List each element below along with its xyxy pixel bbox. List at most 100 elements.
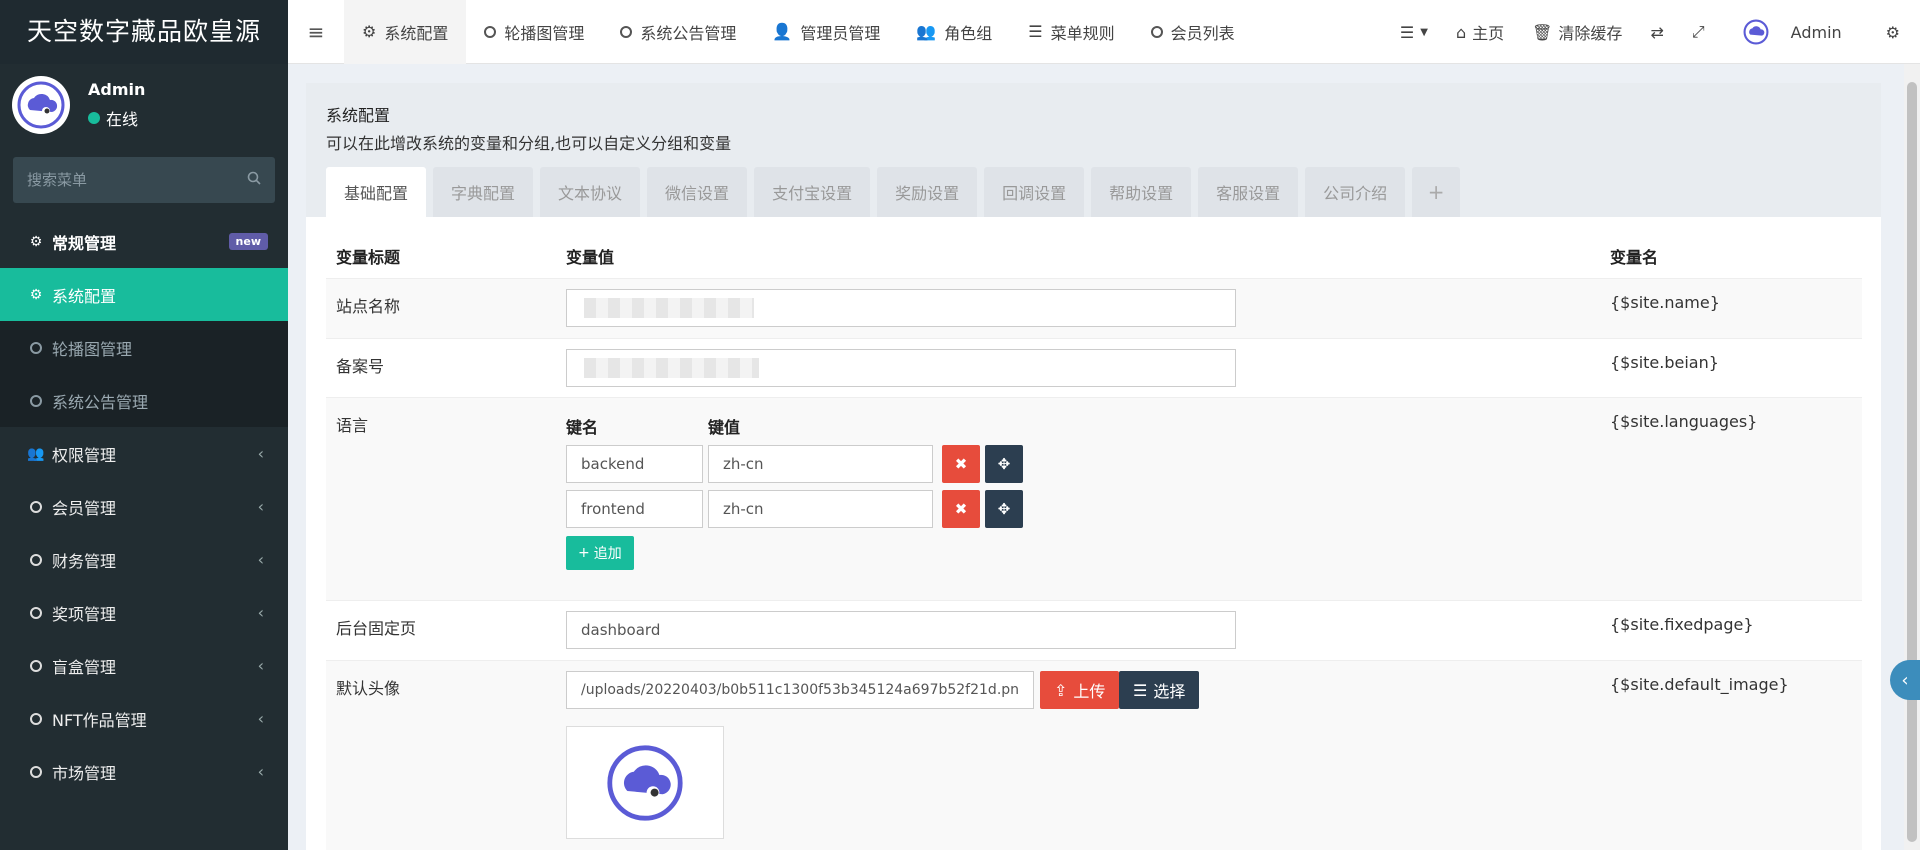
- sidebar-item-carousel[interactable]: 轮播图管理: [0, 321, 288, 374]
- language-key-input[interactable]: [566, 490, 703, 528]
- sidebar-item-announcements[interactable]: 系统公告管理: [0, 374, 288, 427]
- brand-logo-text[interactable]: 天空数字藏品欧皇源: [0, 0, 288, 64]
- language-icon[interactable]: ⇄: [1636, 0, 1677, 64]
- list-icon: ☰: [1133, 680, 1148, 700]
- cloud-logo-icon: [17, 81, 65, 129]
- add-group-icon[interactable]: +: [1412, 167, 1461, 217]
- tab-carousel[interactable]: 轮播图管理: [466, 0, 602, 64]
- config-tabs: 基础配置 字典配置 文本协议 微信设置 支付宝设置 奖励设置 回调设置 帮助设置…: [326, 167, 1461, 217]
- tab-label: 系统公告管理: [640, 23, 737, 43]
- sidebar-item-market[interactable]: 市场管理 ‹: [0, 745, 288, 798]
- circle-icon: [26, 553, 46, 566]
- sidebar-item-label: 权限管理: [52, 445, 117, 465]
- language-key-input[interactable]: [566, 445, 703, 483]
- fullscreen-icon[interactable]: ⤢: [1678, 0, 1719, 64]
- tab-label: 系统配置: [384, 23, 449, 43]
- avatar: [12, 76, 70, 134]
- page-scrollbar[interactable]: [1904, 64, 1920, 850]
- default-image-input[interactable]: [566, 671, 1034, 709]
- tab-company-intro[interactable]: 公司介绍: [1305, 167, 1406, 217]
- caret-down-icon: ▼: [1420, 26, 1428, 38]
- circle-icon: [26, 659, 46, 672]
- sidebar-item-label: 系统公告管理: [52, 392, 149, 412]
- circle-icon: [26, 500, 46, 513]
- sidebar-item-general[interactable]: ⚙ 常规管理 new: [0, 215, 288, 268]
- tab-roles[interactable]: 👥 角色组: [898, 0, 1010, 64]
- sidebar-item-label: 轮播图管理: [52, 339, 133, 359]
- select-button[interactable]: ☰ 选择: [1119, 671, 1200, 709]
- fixedpage-input[interactable]: [566, 611, 1236, 649]
- admin-menu[interactable]: Admin: [1719, 0, 1856, 64]
- settings-gear-icon[interactable]: ⚙: [1856, 0, 1920, 64]
- sidebar-item-blindbox[interactable]: 盲盒管理 ‹: [0, 639, 288, 692]
- language-value-input[interactable]: [708, 490, 933, 528]
- sidebar-menu: ⚙ 常规管理 new ⚙ 系统配置 轮播图管理 系统公告管理 👥 权限管理 ‹ …: [0, 215, 288, 798]
- home-link[interactable]: ⌂ 主页: [1442, 0, 1518, 64]
- tab-text-agreement[interactable]: 文本协议: [540, 167, 641, 217]
- image-preview[interactable]: [566, 726, 724, 839]
- circle-icon: [26, 765, 46, 778]
- sidebar-item-label: 市场管理: [52, 763, 117, 783]
- chevron-left-icon: ‹: [257, 444, 264, 463]
- circle-icon: [26, 712, 46, 725]
- row-var-name: {$site.default_image}: [1610, 675, 1789, 694]
- tab-admins[interactable]: 👤 管理员管理: [754, 0, 898, 64]
- drag-handle-icon[interactable]: ✥: [985, 490, 1023, 528]
- sidebar-item-awards[interactable]: 奖项管理 ‹: [0, 586, 288, 639]
- sidebar-item-system-config[interactable]: ⚙ 系统配置: [0, 268, 288, 321]
- clear-cache-button[interactable]: 🗑 清除缓存: [1518, 0, 1636, 64]
- scrollbar-thumb[interactable]: [1907, 82, 1917, 842]
- home-icon: ⌂: [1455, 22, 1467, 42]
- tab-alipay[interactable]: 支付宝设置: [754, 167, 871, 217]
- menu-search-input[interactable]: [27, 171, 247, 189]
- language-value-input[interactable]: [708, 445, 933, 483]
- tab-help[interactable]: 帮助设置: [1091, 167, 1192, 217]
- tab-members[interactable]: 会员列表: [1133, 0, 1253, 64]
- row-label: 后台固定页: [336, 619, 417, 638]
- trash-icon: 🗑: [1532, 22, 1553, 42]
- control-sidebar-toggle-icon[interactable]: ‹: [1890, 660, 1920, 700]
- table-row: 备案号 {$site.beian}: [326, 339, 1862, 398]
- sidebar-item-label: 系统配置: [52, 286, 117, 306]
- list-icon: ☰: [1399, 22, 1415, 42]
- tab-announcements[interactable]: 系统公告管理: [602, 0, 754, 64]
- redacted-text: [584, 298, 754, 318]
- tab-label: 轮播图管理: [504, 23, 585, 43]
- panel-header: 系统配置 可以在此增改系统的变量和分组,也可以自定义分组和变量 基础配置 字典配…: [306, 83, 1881, 217]
- sidebar-item-nft[interactable]: NFT作品管理 ‹: [0, 692, 288, 745]
- tab-basic[interactable]: 基础配置: [326, 167, 427, 217]
- tab-system-config[interactable]: ⚙ 系统配置: [344, 0, 467, 64]
- remove-entry-button[interactable]: ✖: [942, 490, 980, 528]
- upload-button[interactable]: ⇪ 上传: [1040, 671, 1120, 709]
- circle-icon: [26, 394, 46, 407]
- search-icon[interactable]: [247, 171, 261, 189]
- cogs-icon: ⚙: [29, 233, 43, 250]
- tab-wechat[interactable]: 微信设置: [647, 167, 748, 217]
- user-name: Admin: [88, 80, 146, 99]
- tab-dictionary[interactable]: 字典配置: [433, 167, 534, 217]
- tab-customer-service[interactable]: 客服设置: [1198, 167, 1299, 217]
- sidebar-toggle-icon[interactable]: ≡: [288, 0, 344, 64]
- sidebar-item-label: 会员管理: [52, 498, 117, 518]
- append-button[interactable]: + 追加: [566, 536, 634, 570]
- sidebar-item-permissions[interactable]: 👥 权限管理 ‹: [0, 427, 288, 480]
- tab-menu-rules[interactable]: ☰ 菜单规则: [1010, 0, 1132, 64]
- sidebar-item-members[interactable]: 会员管理 ‹: [0, 480, 288, 533]
- more-tabs-dropdown[interactable]: ☰ ▼: [1386, 0, 1442, 64]
- remove-entry-button[interactable]: ✖: [942, 445, 980, 483]
- bars-icon: ☰: [1028, 22, 1043, 41]
- tab-rewards[interactable]: 奖励设置: [877, 167, 978, 217]
- cloud-logo-icon: [607, 744, 683, 821]
- circle-icon: [620, 25, 633, 38]
- sidebar-item-label: 奖项管理: [52, 604, 117, 624]
- sidebar-item-label: 常规管理: [52, 233, 117, 253]
- tab-label: 管理员管理: [800, 23, 881, 43]
- drag-handle-icon[interactable]: ✥: [985, 445, 1023, 483]
- upload-icon: ⇪: [1054, 680, 1068, 700]
- user-icon: 👤: [772, 22, 793, 41]
- admin-name: Admin: [1790, 22, 1842, 42]
- tab-callback[interactable]: 回调设置: [984, 167, 1085, 217]
- sidebar-item-finance[interactable]: 财务管理 ‹: [0, 533, 288, 586]
- row-var-name: {$site.languages}: [1610, 412, 1758, 431]
- row-var-name: {$site.beian}: [1610, 353, 1719, 372]
